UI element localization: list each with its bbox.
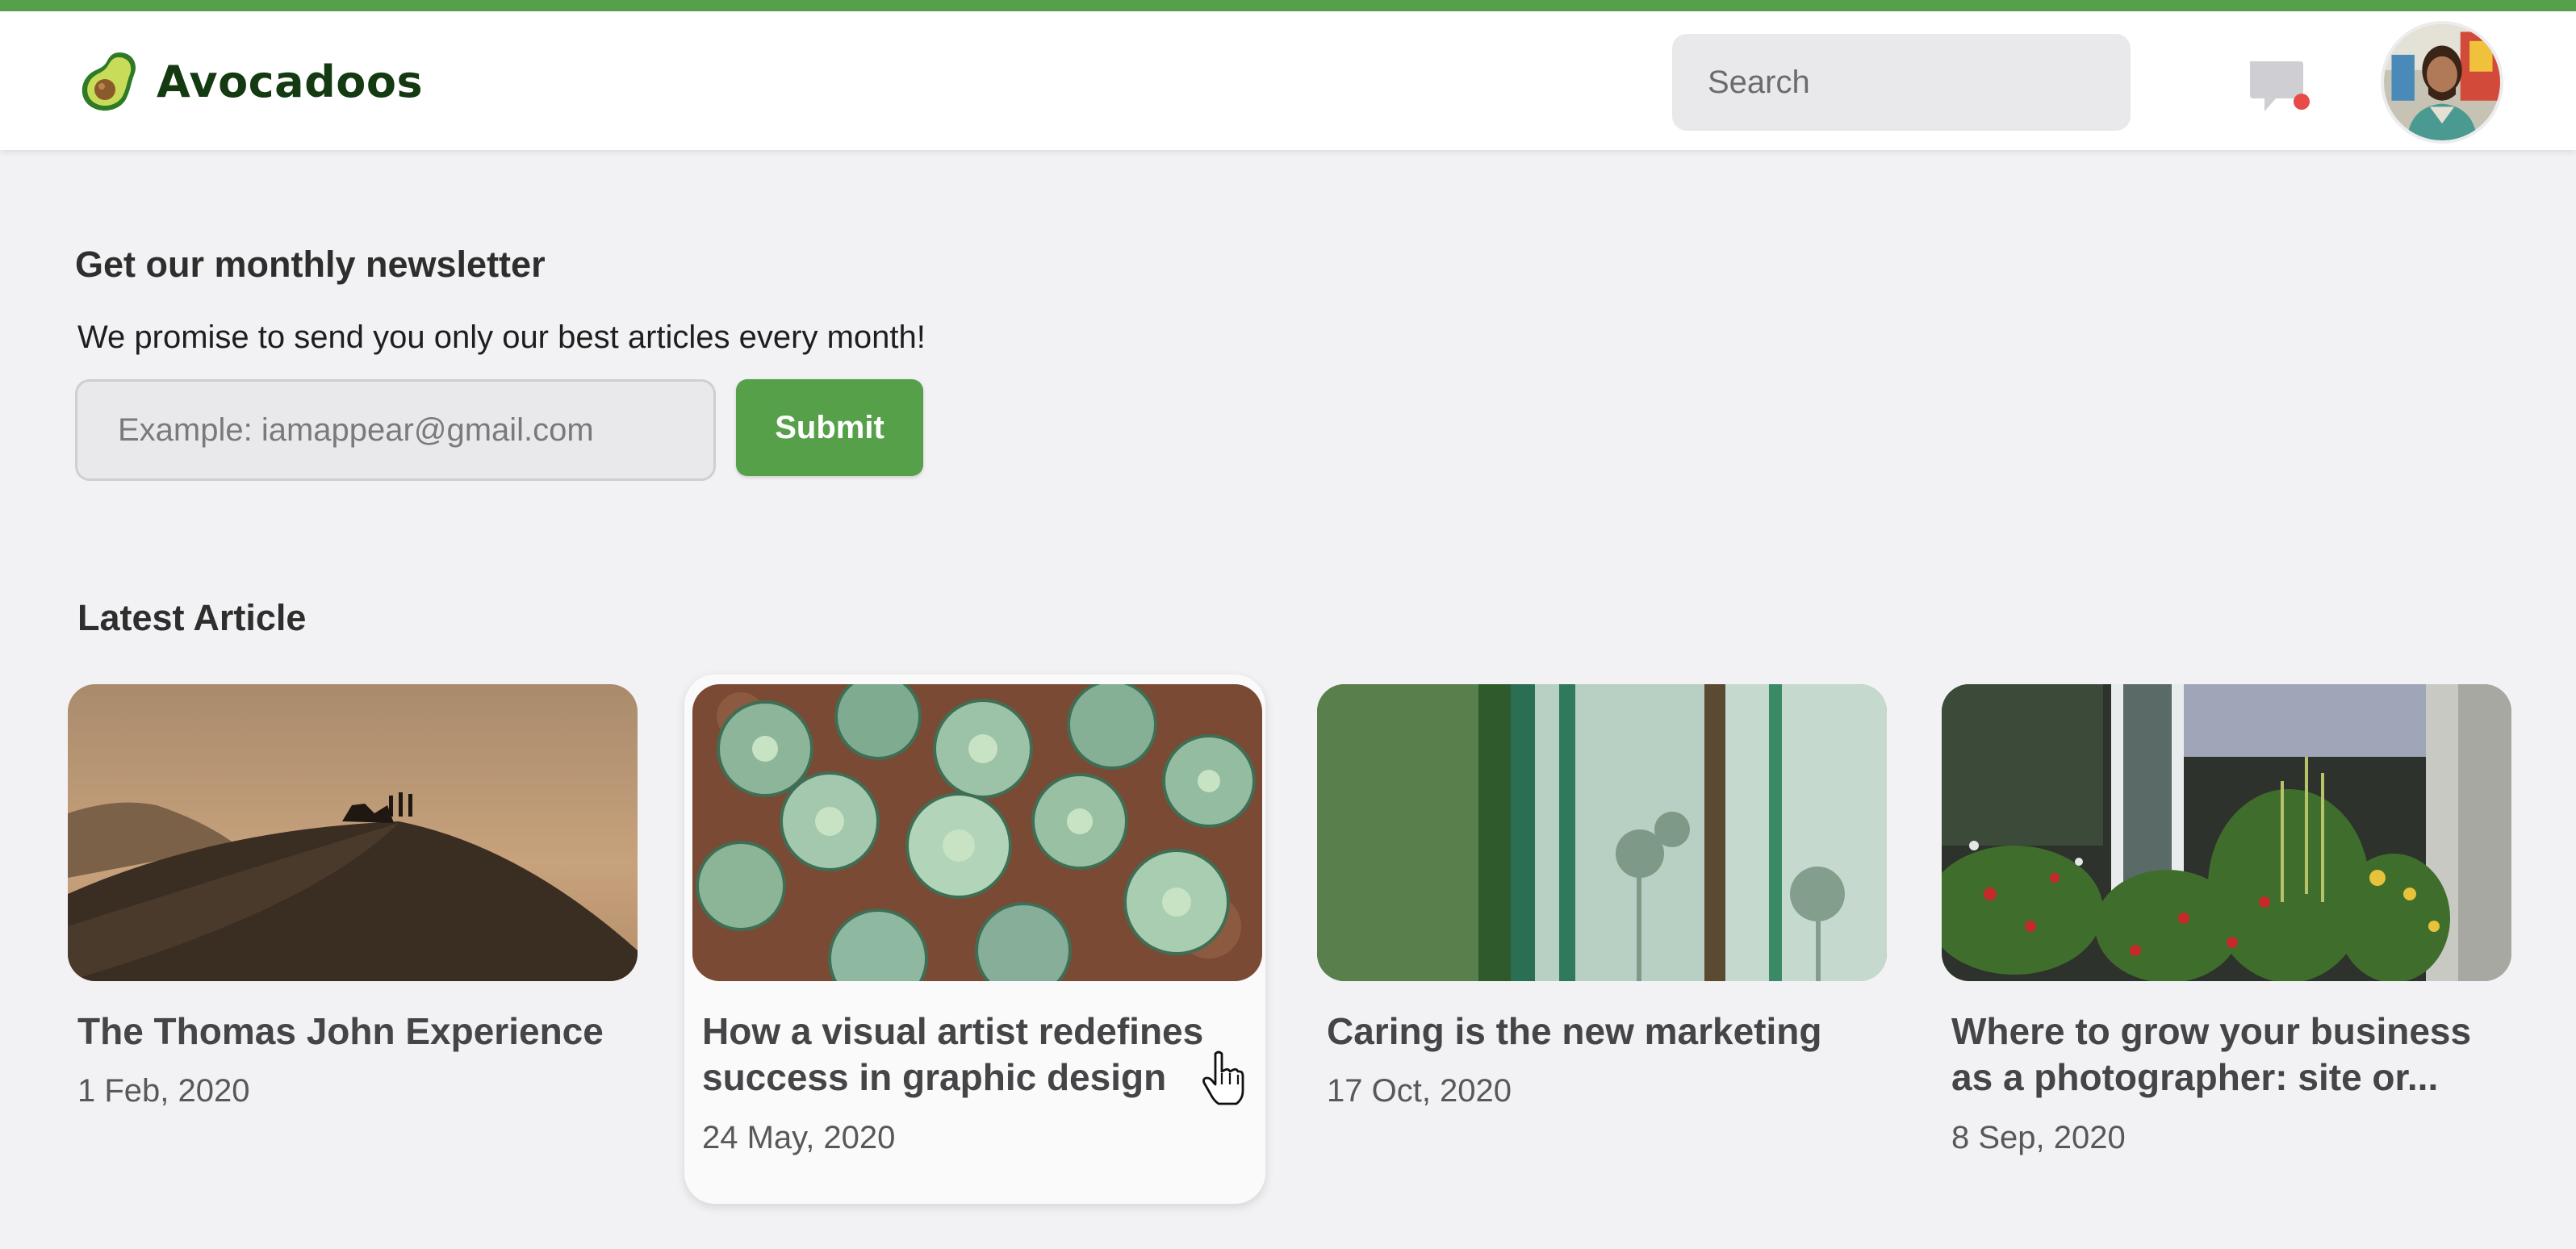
newsletter-title: Get our monthly newsletter xyxy=(75,244,546,285)
avocado-logo-icon xyxy=(82,52,136,111)
top-accent-bar xyxy=(0,0,2576,11)
article-card[interactable]: Where to grow your business as a photogr… xyxy=(1934,675,2515,1204)
newsletter-description: We promise to send you only our best art… xyxy=(77,320,926,355)
cabbage-field-photo xyxy=(692,684,1262,981)
window-flowers-photo xyxy=(1942,684,2511,981)
chat-bubble-icon[interactable] xyxy=(2244,53,2316,126)
header: Avocadoos xyxy=(0,11,2576,150)
user-avatar[interactable] xyxy=(2381,21,2503,144)
email-field[interactable] xyxy=(75,379,716,481)
article-title[interactable]: Where to grow your business as a photogr… xyxy=(1951,1009,2500,1101)
desert-dune-photo xyxy=(68,684,638,981)
section-title-latest-article: Latest Article xyxy=(77,597,307,638)
article-date: 24 May, 2020 xyxy=(702,1120,896,1155)
article-date: 17 Oct, 2020 xyxy=(1327,1073,1512,1109)
article-date: 1 Feb, 2020 xyxy=(77,1073,250,1109)
article-card[interactable]: Caring is the new marketing 17 Oct, 2020 xyxy=(1309,675,1890,1204)
article-title[interactable]: The Thomas John Experience xyxy=(77,1009,626,1055)
search-input[interactable] xyxy=(1672,34,2131,131)
article-card[interactable]: The Thomas John Experience 1 Feb, 2020 xyxy=(60,675,641,1204)
brand-logo[interactable]: Avocadoos xyxy=(74,45,423,118)
notification-dot xyxy=(2294,94,2310,110)
article-title[interactable]: How a visual artist redefines success in… xyxy=(702,1009,1251,1101)
brand-name: Avocadoos xyxy=(157,56,424,107)
avatar-photo xyxy=(2384,24,2500,140)
submit-button[interactable]: Submit xyxy=(736,379,923,476)
article-title[interactable]: Caring is the new marketing xyxy=(1327,1009,1876,1055)
article-date: 8 Sep, 2020 xyxy=(1951,1120,2126,1155)
article-card-hovered[interactable]: How a visual artist redefines success in… xyxy=(684,675,1265,1204)
green-curtain-photo xyxy=(1317,684,1887,981)
